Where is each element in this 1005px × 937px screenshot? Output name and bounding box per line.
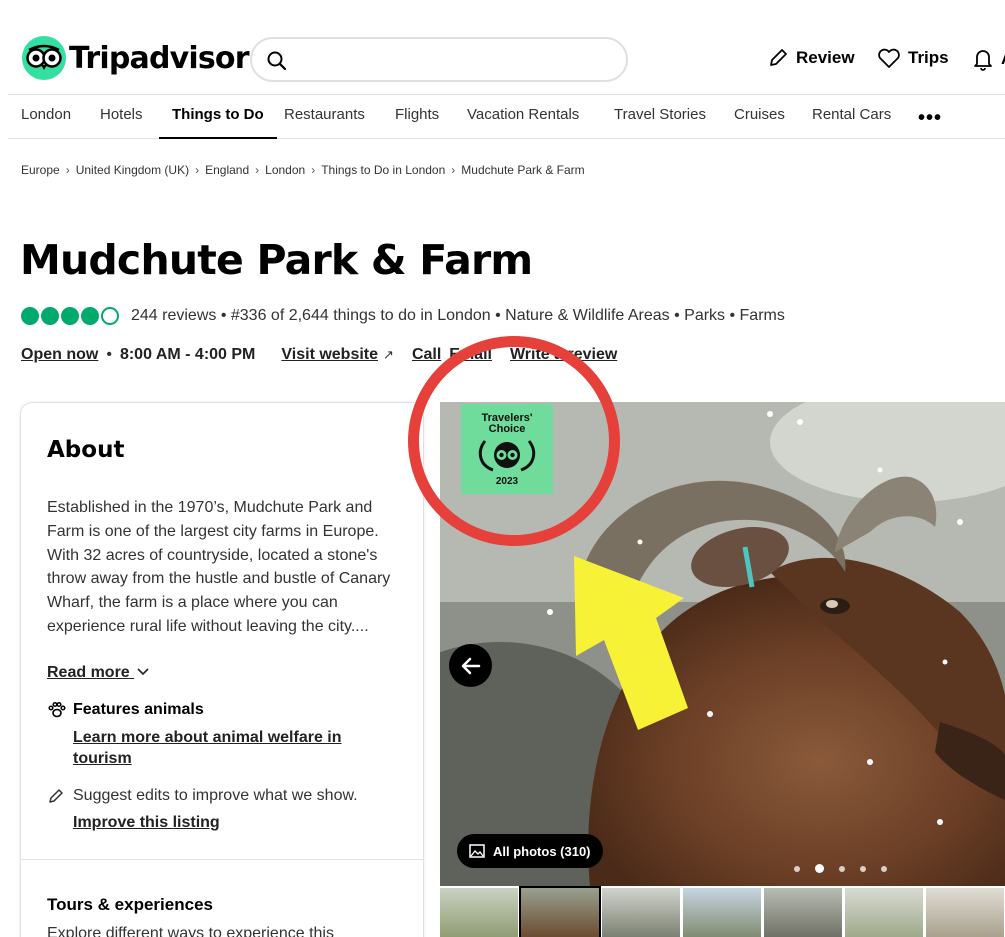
breadcrumb-item[interactable]: England [205,163,249,177]
about-heading: About [47,437,125,463]
separator-dot: • [106,346,112,363]
nav-item-flights[interactable]: Flights [382,95,452,139]
trips-label: Trips [908,48,949,67]
nav-item-things-to-do[interactable]: Things to Do [159,95,277,139]
chevron-right-icon: › [255,163,260,177]
nav-item-vacation-rentals[interactable]: Vacation Rentals [454,95,592,139]
trips-button[interactable]: Trips [877,47,949,69]
review-button[interactable]: Review [767,47,855,69]
nav-item-cruises[interactable]: Cruises [721,95,798,139]
divider [21,859,423,860]
breadcrumb: Europe › United Kingdom (UK) › England › Lo… [21,163,585,177]
search-icon [267,51,287,71]
photo-thumbnail[interactable] [764,888,842,937]
owl-logo-icon [22,36,66,80]
ranking-and-categories: • #336 of 2,644 things to do in London •… [220,307,785,324]
carousel-dot[interactable] [881,865,887,872]
tours-heading: Tours & experiences [47,895,213,914]
photo-thumbnail[interactable] [683,888,761,937]
read-more-label: Read more [47,664,130,681]
all-photos-button[interactable]: All photos (310) [457,834,603,868]
about-description: Established in the 1970’s, Mudchute Park… [47,499,391,635]
features-animals: Features animals [47,701,204,719]
visit-website-link[interactable]: Visit website [281,346,378,364]
breadcrumb-item[interactable]: United Kingdom (UK) [76,163,189,177]
breadcrumb-current: Mudchute Park & Farm [461,163,585,177]
bell-icon [974,50,992,71]
photo-thumbnail[interactable] [926,888,1004,937]
chevron-right-icon: › [311,163,316,177]
empty-bubble-icon [101,307,119,325]
photo-thumbnail[interactable] [440,888,518,937]
about-card: About Established in the 1970’s, Mudchut… [20,402,424,937]
improve-listing-link[interactable]: Improve this listing [73,814,220,832]
carousel-dot-active[interactable] [815,864,824,873]
breadcrumb-item[interactable]: London [265,163,305,177]
suggest-text: Suggest edits to improve what we show. [73,787,358,804]
paw-icon [48,701,66,718]
previous-photo-button[interactable] [449,644,492,687]
chevron-right-icon: › [65,163,70,177]
search-bar[interactable] [250,37,628,82]
main-nav: London Hotels Things to Do Restaurants F… [8,94,1005,139]
chevron-down-icon [137,668,149,676]
header: Tripadvisor Review Trips A [0,0,1005,92]
filled-bubble-icon [21,307,39,325]
chevron-right-icon: › [451,163,456,177]
all-photos-label: All photos (310) [493,843,591,859]
thumbnail-strip [440,886,1005,937]
filled-bubble-icon [61,307,79,325]
chevron-right-icon: › [195,163,200,177]
nav-item-hotels[interactable]: Hotels [87,95,156,139]
photo-thumbnail[interactable] [602,888,680,937]
carousel-dot[interactable] [839,865,845,872]
breadcrumb-item[interactable]: Things to Do in London [321,163,445,177]
nav-item-travel-stories[interactable]: Travel Stories [601,95,719,139]
review-count[interactable]: 244 reviews [131,307,216,325]
pencil-icon [770,49,787,66]
photo-thumbnail-active[interactable] [519,886,601,937]
search-input[interactable] [296,47,616,73]
nav-item-rental-cars[interactable]: Rental Cars [799,95,904,139]
features-label: Features animals [73,701,204,718]
suggest-edits: Suggest edits to improve what we show. [47,787,358,805]
read-more-button[interactable]: Read more [47,664,150,682]
filled-bubble-icon [81,307,99,325]
pencil-icon [49,789,63,803]
open-now-link[interactable]: Open now [21,346,98,364]
external-link-icon: ↗ [383,347,394,362]
nav-item-london[interactable]: London [8,95,84,139]
more-menu-button[interactable]: ••• [918,107,942,130]
filled-bubble-icon [41,307,59,325]
animal-welfare-link[interactable]: Learn more about animal welfare in touri… [73,727,373,769]
tripadvisor-logo[interactable]: Tripadvisor [22,36,250,80]
tours-description: Explore different ways to experience thi… [47,925,334,937]
photo-thumbnail[interactable] [845,888,923,937]
image-icon [469,844,485,858]
call-link[interactable]: Call [412,346,441,364]
carousel-dots [794,864,902,873]
brand-name: Tripadvisor [69,40,250,76]
alerts-button[interactable]: A [972,47,1005,71]
opening-hours: 8:00 AM - 4:00 PM [119,346,256,363]
alerts-label: A [1001,49,1005,69]
nav-item-restaurants[interactable]: Restaurants [271,95,378,139]
rating-row: 244 reviews • #336 of 2,644 things to do… [21,307,785,325]
heart-icon [878,48,900,68]
review-label: Review [796,48,855,67]
carousel-dot[interactable] [794,865,800,872]
arrow-left-icon [461,657,480,674]
rating-bubbles[interactable] [21,307,121,325]
page-title: Mudchute Park & Farm [20,236,533,284]
annotation-circle [408,336,620,546]
breadcrumb-item[interactable]: Europe [21,163,60,177]
carousel-dot[interactable] [860,865,866,872]
